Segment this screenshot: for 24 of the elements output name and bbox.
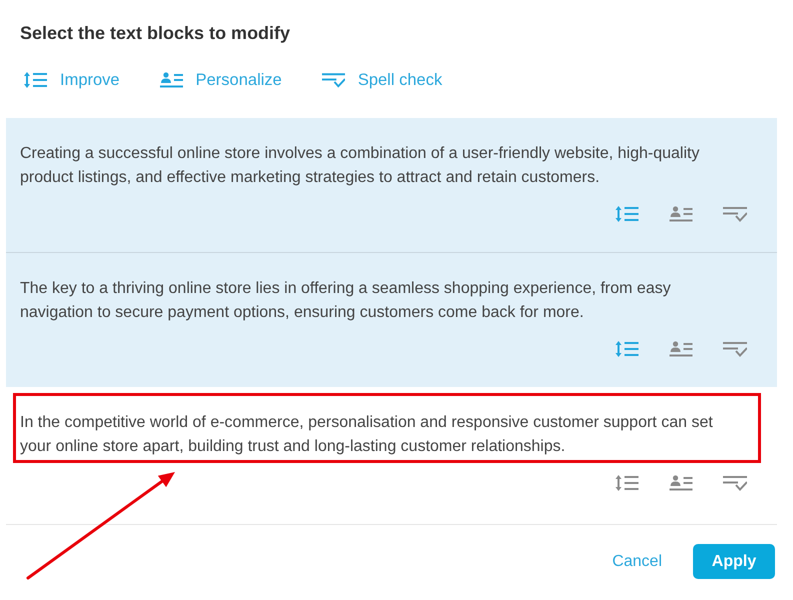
text-block[interactable]: The key to a thriving online store lies in offering a seamless shopping experience, from easy navigation to secure payment options, ensuring customers come back for more. [6,252,777,387]
dialog-title: Select the text blocks to modify [19,22,292,45]
spellcheck-action[interactable]: Spell check [322,70,442,90]
text-block[interactable]: Creating a successful online store involves a combination of a user-friendly website, high-quality product listings, and effective marketing strategies to attract and retain customers. [6,118,777,252]
lines-check-icon[interactable] [723,206,747,222]
improve-action[interactable]: Improve [24,70,120,90]
block-text: The key to a thriving online store lies in offering a seamless shopping experience, from easy navigation to secure payment options, ensuring customers come back for more. [20,279,672,323]
person-lines-icon[interactable] [669,206,693,222]
improve-icon[interactable] [615,341,639,357]
block-text: Creating a successful online store involves a combination of a user-friendly website, high-quality product listings, and effective marketing strategies to attract and retain customers. [20,144,700,188]
lines-check-icon[interactable] [723,475,747,491]
person-lines-icon[interactable] [669,341,693,357]
apply-button[interactable]: Apply [693,544,775,579]
person-lines-icon[interactable] [160,72,183,88]
improve-icon[interactable] [24,72,47,88]
text-block[interactable]: In the competitive world of e-commerce, personalisation and responsive customer support can set your online store apart, building trust and long-lasting customer relationships. [6,387,777,521]
block-text: In the competitive world of e-commerce, personalisation and responsive customer support can set your online store apart, building trust and long-lasting customer relationships. [20,413,714,457]
personalize-action[interactable]: Personalize [160,70,282,90]
improve-icon[interactable] [615,206,639,222]
lines-check-icon[interactable] [322,72,345,88]
person-lines-icon[interactable] [669,475,693,491]
improve-icon[interactable] [615,475,639,491]
cancel-button[interactable]: Cancel [612,550,662,574]
lines-check-icon[interactable] [723,341,747,357]
